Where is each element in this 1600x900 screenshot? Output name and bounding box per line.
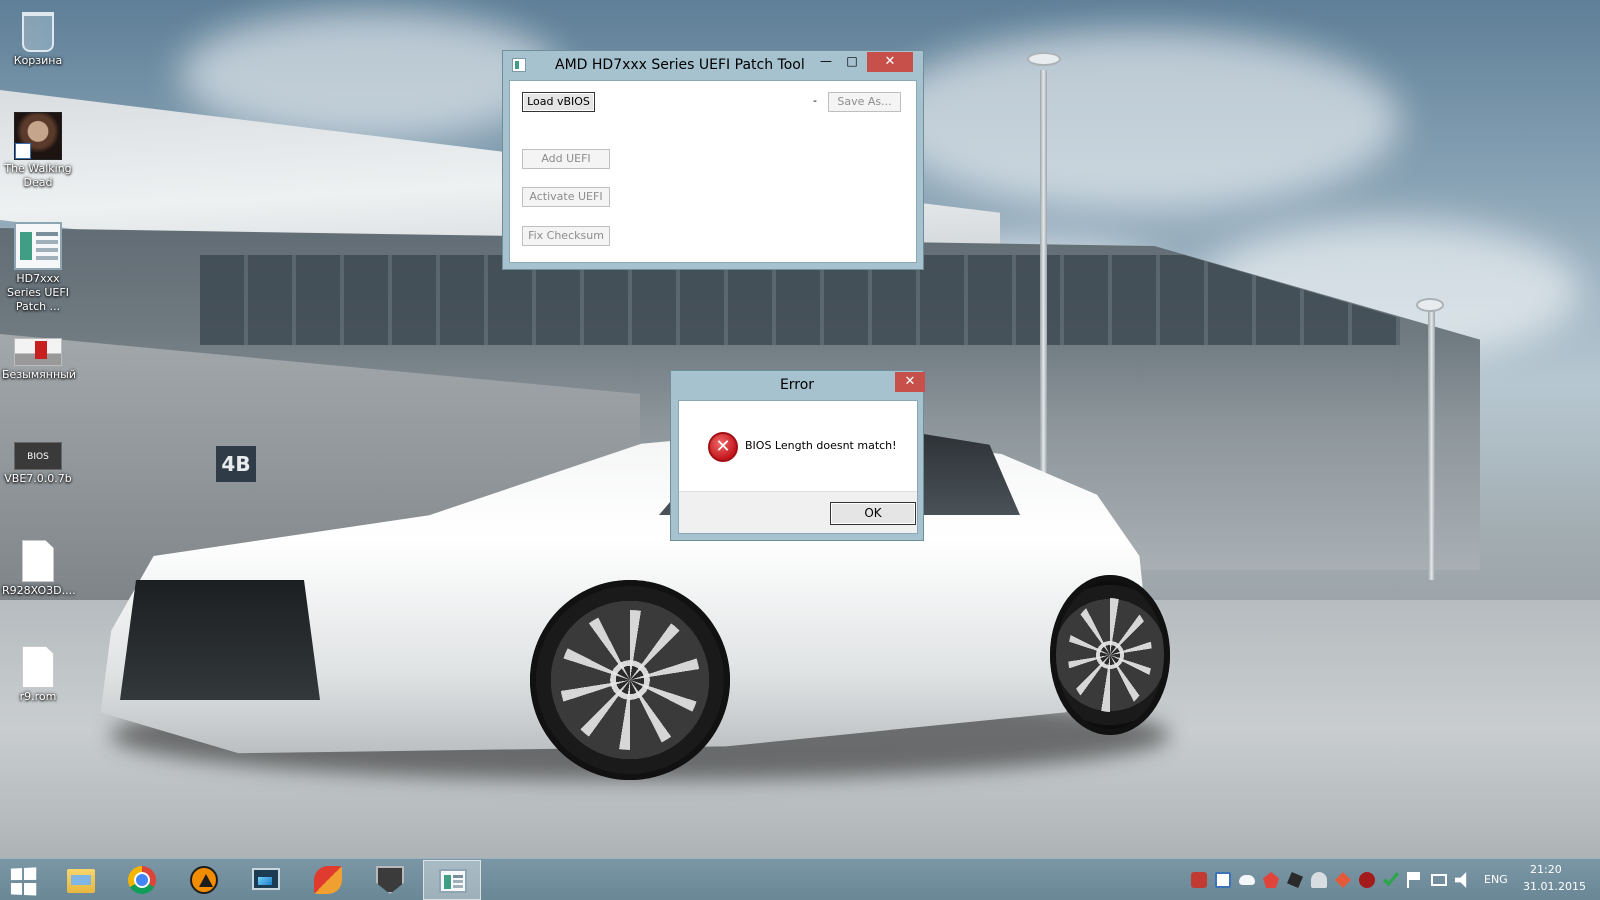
avast-icon [190, 866, 218, 894]
file-status-text: - [813, 94, 817, 107]
recycle-bin-icon [22, 12, 54, 52]
network-icon[interactable] [1431, 874, 1447, 886]
file-icon [22, 540, 54, 582]
maximize-button[interactable]: □ [839, 52, 865, 70]
save-as-button[interactable]: Save As... [828, 92, 901, 112]
desktop-icon-paint-image[interactable]: Безымянный [2, 326, 76, 382]
bios-editor-icon: BIOS [14, 442, 62, 470]
desktop-icon-uefi-patch-tool[interactable]: HD7xxx Series UEFI Patch ... [2, 222, 74, 314]
tray-network-agent-icon[interactable] [1215, 872, 1231, 888]
desktop-icon-label: HD7xxx Series UEFI Patch ... [7, 272, 69, 313]
dialog-titlebar[interactable]: Error ✕ [671, 371, 925, 399]
desktop-icon-r9-rom[interactable]: r9.rom [2, 642, 74, 704]
error-dialog[interactable]: Error ✕ ✕ BIOS Length doesnt match! OK [670, 370, 925, 541]
dialog-client-area: ✕ BIOS Length doesnt match! OK [678, 400, 918, 534]
close-button[interactable]: ✕ [867, 52, 913, 72]
desktop-icon-label: VBE7.0.0.7b [4, 472, 72, 485]
file-explorer-icon [67, 869, 95, 893]
desktop-icon-walking-dead[interactable]: The Walking Dead [2, 112, 74, 190]
remote-monitor-icon [252, 868, 280, 890]
desktop-icon-label: Корзина [13, 54, 63, 67]
desktop-icon-label: R928XO3D.... [2, 584, 76, 597]
desktop-icon-r928xo3d[interactable]: R928XO3D.... [2, 536, 76, 598]
input-language-indicator[interactable]: ENG [1484, 873, 1508, 886]
chrome-icon [128, 866, 156, 894]
world-of-tanks-icon [376, 866, 404, 894]
bell-icon[interactable] [1311, 872, 1327, 888]
action-center-flag-icon[interactable] [1407, 872, 1423, 888]
tray-utility-icon[interactable] [1335, 872, 1351, 888]
ccleaner-icon [314, 866, 342, 894]
minimize-button[interactable]: — [813, 52, 839, 70]
volume-icon[interactable] [1455, 872, 1467, 888]
file-icon [22, 646, 54, 688]
dialog-title: Error [779, 377, 815, 393]
window-title: AMD HD7xxx Series UEFI Patch Tool [555, 57, 805, 73]
close-button[interactable]: ✕ [895, 372, 925, 392]
uefi-patch-tool-window[interactable]: AMD HD7xxx Series UEFI Patch Tool — □ ✕ … [502, 50, 924, 270]
desktop-icon-label: r9.rom [19, 690, 57, 703]
start-button[interactable] [0, 860, 48, 900]
desktop-icon-vbe[interactable]: BIOS VBE7.0.0.7b [2, 430, 74, 486]
tray-game-icon[interactable] [1359, 872, 1375, 888]
error-message: BIOS Length doesnt match! [745, 439, 897, 452]
window-client-area: Load vBIOS - Save As... Add UEFI Activat… [509, 80, 917, 263]
check-shield-icon[interactable] [1383, 872, 1399, 887]
tray-security-icon[interactable] [1263, 872, 1279, 888]
taskbar-chrome[interactable] [113, 860, 171, 900]
parking-zone-sign: 4B [216, 446, 256, 482]
clock-date: 31.01.2015 [1523, 880, 1586, 893]
clock-time: 21:20 [1530, 863, 1562, 876]
desktop-icon-label: The Walking Dead [4, 162, 72, 189]
load-vbios-button[interactable]: Load vBIOS [522, 92, 595, 112]
taskbar-uefi-patch-tool[interactable] [423, 860, 481, 900]
error-icon: ✕ [708, 432, 738, 462]
start-icon [10, 867, 38, 896]
taskbar-avast[interactable] [175, 860, 233, 900]
taskbar-remote-monitor[interactable] [237, 860, 295, 900]
tray-app-icon[interactable] [1191, 872, 1207, 888]
taskbar-file-explorer[interactable] [52, 860, 110, 900]
add-uefi-button[interactable]: Add UEFI [522, 149, 610, 169]
activate-uefi-button[interactable]: Activate UEFI [522, 187, 610, 207]
cloud-icon[interactable] [1239, 875, 1255, 885]
tray-tool-icon[interactable] [1287, 872, 1303, 888]
taskbar-world-of-tanks[interactable] [361, 860, 419, 900]
window-titlebar[interactable]: AMD HD7xxx Series UEFI Patch Tool — □ ✕ [503, 51, 923, 79]
ok-button[interactable]: OK [830, 502, 916, 525]
fix-checksum-button[interactable]: Fix Checksum [522, 226, 610, 246]
desktop-icon-recycle-bin[interactable]: Корзина [2, 8, 74, 68]
uefi-patch-tool-icon [439, 869, 467, 893]
uefi-patch-tool-icon [14, 222, 62, 270]
dialog-footer: OK [679, 491, 917, 533]
taskbar: ENG 21:20 31.01.2015 [0, 858, 1600, 900]
desktop-icon-label: Безымянный [2, 368, 76, 381]
uefi-patch-tool-icon [512, 58, 526, 72]
taskbar-ccleaner[interactable] [299, 860, 357, 900]
paint-image-icon [14, 338, 62, 366]
walking-dead-game-icon [14, 112, 62, 160]
